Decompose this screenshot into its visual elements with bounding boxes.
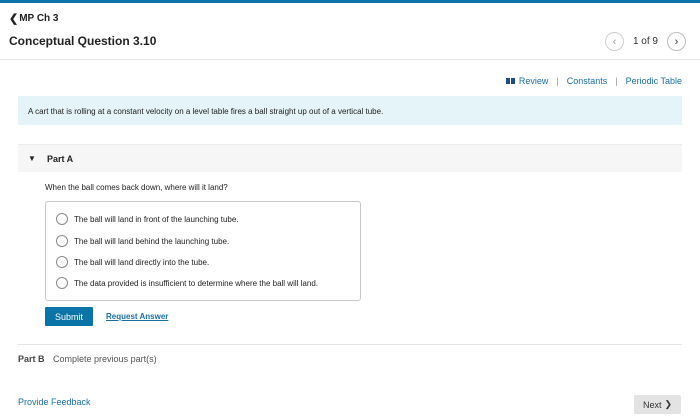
radio-button[interactable] [56, 235, 68, 247]
option-label: The ball will land behind the launching … [74, 236, 230, 246]
page-title: Conceptual Question 3.10 [9, 34, 157, 48]
answer-options: The ball will land in front of the launc… [45, 201, 361, 301]
part-b-label: Part B [18, 354, 45, 364]
radio-button[interactable] [56, 277, 68, 289]
page-count: 1 of 9 [632, 36, 658, 47]
chevron-left-icon: ❮ [9, 13, 19, 25]
option-1[interactable]: The ball will land in front of the launc… [56, 213, 239, 225]
option-label: The ball will land directly into the tub… [74, 257, 210, 267]
periodic-table-link[interactable]: Periodic Table [626, 76, 682, 86]
separator: | [556, 76, 559, 86]
option-4[interactable]: The data provided is insufficient to det… [56, 277, 318, 289]
caret-down-icon: ▼ [28, 154, 36, 163]
option-2[interactable]: The ball will land behind the launching … [56, 235, 229, 247]
problem-statement: A cart that is rolling at a constant vel… [18, 96, 682, 125]
resource-links: Review | Constants | Periodic Table [505, 76, 682, 86]
submit-button[interactable]: Submit [45, 307, 93, 326]
chevron-right-icon: › [674, 35, 679, 48]
question-text: When the ball comes back down, where wil… [45, 183, 228, 192]
previous-button[interactable]: ‹ [604, 32, 624, 51]
part-b-row: Part B Complete previous part(s) [18, 354, 157, 364]
option-label: The ball will land in front of the launc… [74, 214, 239, 224]
request-answer-link[interactable]: Request Answer [106, 312, 168, 321]
header-divider [0, 59, 700, 60]
review-icon [505, 78, 515, 84]
next-page-button[interactable]: › [667, 32, 686, 51]
option-3[interactable]: The ball will land directly into the tub… [56, 256, 209, 268]
part-a-label: Part A [47, 154, 74, 164]
chevron-right-icon: ❯ [664, 399, 673, 409]
chevron-left-icon: ‹ [612, 35, 617, 48]
next-button[interactable]: Next ❯ [634, 395, 681, 414]
option-label: The data provided is insufficient to det… [74, 278, 318, 288]
review-link[interactable]: Review [519, 76, 549, 86]
radio-button[interactable] [56, 213, 68, 225]
top-accent-bar [0, 0, 700, 3]
back-link-label: MP Ch 3 [19, 13, 59, 24]
part-a-header[interactable]: ▼ Part A [18, 144, 682, 172]
radio-button[interactable] [56, 256, 68, 268]
provide-feedback-link[interactable]: Provide Feedback [18, 397, 91, 407]
back-link[interactable]: ❮ MP Ch 3 [9, 12, 59, 25]
constants-link[interactable]: Constants [567, 76, 608, 86]
separator: | [615, 76, 618, 86]
section-divider [18, 344, 682, 345]
next-button-label: Next [642, 399, 662, 410]
part-b-status: Complete previous part(s) [53, 354, 157, 364]
pager: ‹ 1 of 9 › [604, 32, 686, 51]
